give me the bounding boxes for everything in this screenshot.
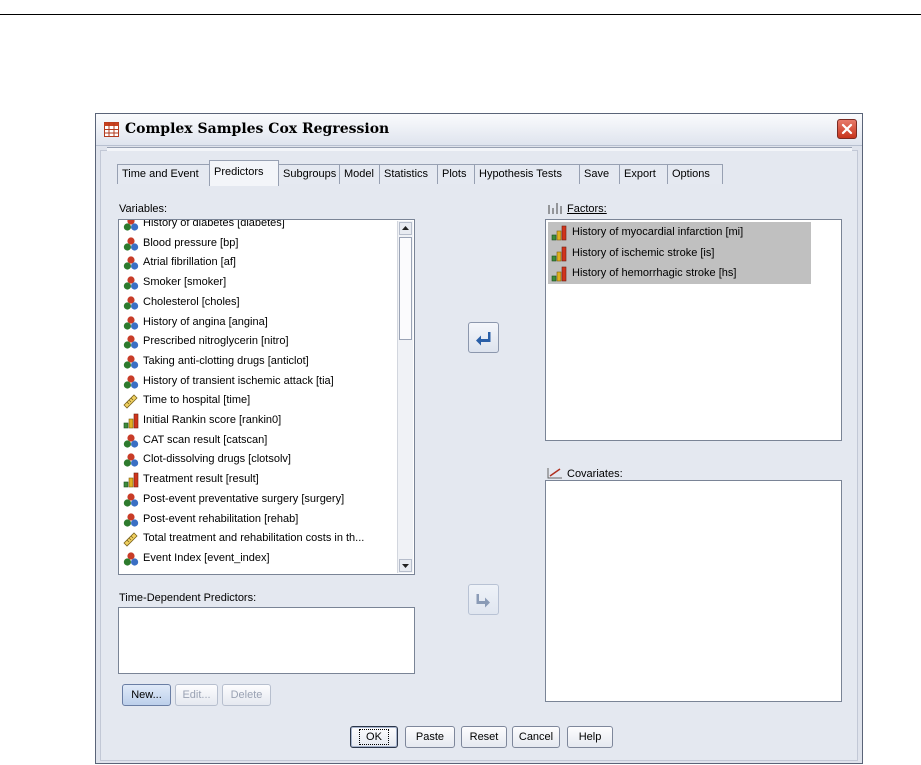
variable-label: Prescribed nitroglycerin [nitro] — [143, 335, 289, 348]
factor-bars-icon — [548, 203, 562, 214]
nominal-icon — [123, 236, 139, 252]
nominal-icon — [123, 492, 139, 508]
move-to-covariates-button[interactable] — [468, 584, 499, 615]
nominal-icon — [123, 512, 139, 528]
variable-label: Blood pressure [bp] — [143, 236, 239, 249]
ordinal-icon — [123, 472, 139, 488]
covariate-line-icon — [547, 468, 562, 479]
variable-label: Initial Rankin score [rankin0] — [143, 414, 282, 426]
ordinal-icon — [551, 246, 567, 262]
variable-label: Cholesterol [choles] — [143, 295, 240, 308]
variable-label: History of diabetes [diabetes] — [143, 219, 285, 229]
nominal-icon — [123, 220, 139, 232]
help-button[interactable]: Help — [567, 726, 613, 748]
variables-label: Variables: — [119, 203, 168, 215]
ordinal-icon — [551, 225, 567, 241]
cancel-button[interactable]: Cancel — [512, 726, 560, 748]
variable-label: Clot-dissolving drugs [clotsolv] — [143, 453, 291, 466]
factor-item[interactable]: History of hemorrhagic stroke [hs] — [548, 263, 811, 284]
ordinal-icon — [123, 413, 139, 429]
move-to-factors-button[interactable] — [468, 322, 499, 353]
ordinal-icon — [551, 266, 567, 282]
nominal-icon — [123, 433, 139, 449]
tab-save[interactable]: Save — [579, 164, 620, 184]
tab-model[interactable]: Model — [339, 164, 380, 184]
paste-button[interactable]: Paste — [405, 726, 455, 748]
reset-button[interactable]: Reset — [461, 726, 507, 748]
nominal-icon — [123, 315, 139, 331]
factors-label: Factors: — [567, 203, 607, 215]
new-predictor-button[interactable]: New... — [122, 684, 171, 706]
variables-list[interactable]: Event Index [event_index] Total treatment… — [118, 219, 415, 575]
factor-label: History of myocardial infarction [mi] — [572, 226, 744, 238]
scroll-down-button[interactable] — [399, 559, 412, 572]
scale-icon — [123, 393, 139, 409]
nominal-icon — [123, 374, 139, 390]
factor-item[interactable]: History of ischemic stroke [is] — [548, 242, 811, 264]
time-dependent-label: Time-Dependent Predictors: — [119, 592, 257, 604]
tab-panel-top — [107, 148, 852, 151]
scroll-up-button[interactable] — [399, 222, 412, 235]
factor-item[interactable]: History of myocardial infarction [mi] — [548, 222, 811, 243]
variable-label: Total treatment and rehabilitation costs… — [143, 532, 365, 545]
variables-scrollbar[interactable] — [397, 221, 413, 573]
variable-label: History of transient ischemic attack [ti… — [143, 374, 334, 387]
scale-icon — [123, 531, 139, 547]
nominal-icon — [123, 334, 139, 350]
covariates-label: Covariates: — [567, 468, 623, 480]
factors-list[interactable]: History of myocardial infarction [mi] His… — [545, 219, 842, 441]
delete-predictor-button[interactable]: Delete — [222, 684, 271, 706]
variable-label: Smoker [smoker] — [143, 276, 227, 289]
variable-label: Time to hospital [time] — [143, 394, 251, 407]
nominal-icon — [123, 255, 139, 271]
time-dependent-list[interactable] — [118, 607, 415, 674]
tab-subgroups[interactable]: Subgroups — [278, 164, 340, 184]
variable-label: Atrial fibrillation [af] — [143, 256, 236, 269]
edit-predictor-button[interactable]: Edit... — [175, 684, 218, 706]
tab-export[interactable]: Export — [619, 164, 668, 184]
scroll-thumb[interactable] — [399, 237, 412, 340]
covariates-list[interactable] — [545, 480, 842, 702]
factor-label: History of ischemic stroke [is] — [572, 246, 715, 259]
ok-button[interactable]: OK — [350, 726, 398, 748]
nominal-icon — [123, 354, 139, 370]
page-rule — [0, 14, 921, 15]
nominal-icon — [123, 551, 139, 567]
arrow-right-icon — [476, 594, 490, 608]
close-button[interactable] — [837, 119, 857, 139]
nominal-icon — [123, 295, 139, 311]
tab-statistics[interactable]: Statistics — [379, 164, 438, 184]
variable-label: History of angina [angina] — [143, 315, 268, 328]
tab-time-and-event[interactable]: Time and Event — [117, 164, 210, 184]
variable-label: Post-event rehabilitation [rehab] — [143, 512, 299, 525]
factor-label: History of hemorrhagic stroke [hs] — [572, 267, 737, 279]
tab-options[interactable]: Options — [667, 164, 723, 184]
title-bar[interactable]: Complex Samples Cox Regression — [96, 114, 862, 146]
close-icon — [841, 123, 853, 135]
variable-label: Treatment result [result] — [143, 473, 259, 486]
arrow-left-icon — [476, 332, 491, 346]
triangle-up-icon — [402, 226, 409, 230]
dialog-title: Complex Samples Cox Regression — [125, 121, 390, 137]
variable-label: Taking anti-clotting drugs [anticlot] — [143, 354, 309, 367]
variable-label: CAT scan result [catscan] — [143, 433, 268, 446]
spss-table-icon — [104, 122, 119, 137]
tab-plots[interactable]: Plots — [437, 164, 475, 184]
variable-label: Post-event preventative surgery [surgery… — [143, 492, 345, 505]
tab-predictors[interactable]: Predictors — [209, 160, 279, 186]
nominal-icon — [123, 275, 139, 291]
nominal-icon — [123, 452, 139, 468]
tab-hypothesis-tests[interactable]: Hypothesis Tests — [474, 164, 580, 184]
triangle-down-icon — [402, 564, 409, 568]
variable-label: Event Index [event_index] — [143, 551, 270, 564]
